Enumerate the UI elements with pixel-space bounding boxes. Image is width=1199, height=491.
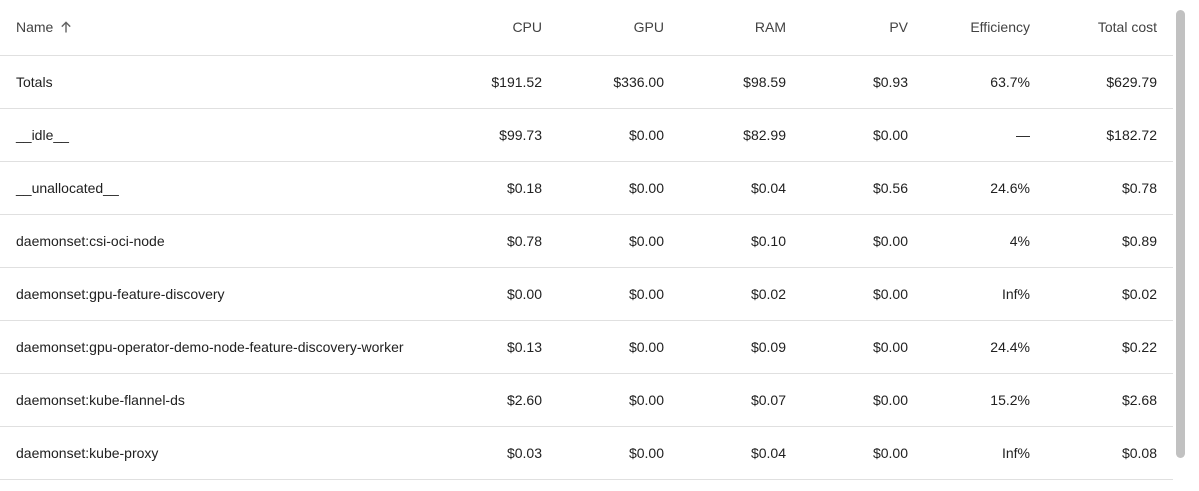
- cell-total-cost: $629.79: [1046, 55, 1173, 109]
- cell-efficiency: 63.7%: [924, 55, 1046, 109]
- cell-cpu: $0.03: [436, 426, 558, 480]
- cell-pv: $0.00: [802, 108, 924, 162]
- cell-gpu: $0.00: [558, 161, 680, 215]
- cell-ram: $98.59: [680, 55, 802, 109]
- cell-cpu: $2.60: [436, 373, 558, 427]
- cell-total-cost: $0.08: [1046, 426, 1173, 480]
- cell-total-cost: $2.68: [1046, 373, 1173, 427]
- cell-name[interactable]: __idle__: [0, 108, 436, 162]
- table-row[interactable]: __unallocated__ $0.18 $0.00 $0.04 $0.56 …: [0, 161, 1173, 215]
- cell-cpu: $0.00: [436, 267, 558, 321]
- cell-ram: $0.04: [680, 161, 802, 215]
- cell-cpu: $0.78: [436, 214, 558, 268]
- cell-total-cost: $0.02: [1046, 267, 1173, 321]
- cell-efficiency: 4%: [924, 214, 1046, 268]
- cell-pv: $0.00: [802, 267, 924, 321]
- cell-name[interactable]: daemonset:gpu-operator-demo-node-feature…: [0, 320, 436, 374]
- cell-gpu: $336.00: [558, 55, 680, 109]
- cell-total-cost: $0.22: [1046, 320, 1173, 374]
- cell-pv: $0.00: [802, 214, 924, 268]
- cost-allocation-table-container: Name CPU GPU RAM PV Efficiency Total cos…: [0, 0, 1173, 491]
- cell-ram: $0.02: [680, 267, 802, 321]
- cell-efficiency: Inf%: [924, 267, 1046, 321]
- cell-total-cost: $0.78: [1046, 161, 1173, 215]
- cell-cpu: $99.73: [436, 108, 558, 162]
- cell-gpu: $0.00: [558, 320, 680, 374]
- cell-pv: $0.00: [802, 373, 924, 427]
- column-header-efficiency[interactable]: Efficiency: [924, 0, 1046, 56]
- column-header-gpu[interactable]: GPU: [558, 0, 680, 56]
- cell-name[interactable]: daemonset:gpu-feature-discovery: [0, 267, 436, 321]
- cell-name[interactable]: daemonset:csi-oci-node: [0, 214, 436, 268]
- cell-ram: $0.04: [680, 426, 802, 480]
- table-row[interactable]: daemonset:kube-flannel-ds $2.60 $0.00 $0…: [0, 373, 1173, 427]
- cell-total-cost: $0.89: [1046, 214, 1173, 268]
- arrow-up-icon: [61, 21, 72, 33]
- cell-pv: $0.00: [802, 320, 924, 374]
- cell-pv: $0.00: [802, 426, 924, 480]
- table-row[interactable]: __idle__ $99.73 $0.00 $82.99 $0.00 — $18…: [0, 108, 1173, 162]
- cell-gpu: $0.00: [558, 426, 680, 480]
- table-row-totals: Totals $191.52 $336.00 $98.59 $0.93 63.7…: [0, 55, 1173, 109]
- table-row[interactable]: daemonset:gpu-feature-discovery $0.00 $0…: [0, 267, 1173, 321]
- table-header-row: Name CPU GPU RAM PV Efficiency Total cos…: [0, 0, 1173, 56]
- cell-gpu: $0.00: [558, 214, 680, 268]
- cell-name[interactable]: daemonset:kube-proxy: [0, 426, 436, 480]
- column-header-name[interactable]: Name: [0, 0, 436, 56]
- cell-pv: $0.56: [802, 161, 924, 215]
- cell-ram: $82.99: [680, 108, 802, 162]
- column-header-cpu[interactable]: CPU: [436, 0, 558, 56]
- cell-ram: $0.07: [680, 373, 802, 427]
- table-row[interactable]: daemonset:gpu-operator-demo-node-feature…: [0, 320, 1173, 374]
- cell-name: Totals: [0, 55, 436, 109]
- cell-name[interactable]: __unallocated__: [0, 161, 436, 215]
- scrollbar-thumb[interactable]: [1176, 10, 1185, 458]
- column-header-pv[interactable]: PV: [802, 0, 924, 56]
- table-row[interactable]: daemonset:kube-proxy $0.03 $0.00 $0.04 $…: [0, 426, 1173, 480]
- cell-efficiency: 15.2%: [924, 373, 1046, 427]
- cost-allocation-table: Name CPU GPU RAM PV Efficiency Total cos…: [0, 0, 1173, 480]
- cell-gpu: $0.00: [558, 267, 680, 321]
- cell-gpu: $0.00: [558, 108, 680, 162]
- column-header-name-label: Name: [16, 19, 54, 36]
- cell-gpu: $0.00: [558, 373, 680, 427]
- cell-cpu: $0.18: [436, 161, 558, 215]
- column-header-total-cost[interactable]: Total cost: [1046, 0, 1173, 56]
- cell-efficiency: 24.4%: [924, 320, 1046, 374]
- cell-ram: $0.10: [680, 214, 802, 268]
- cell-cpu: $0.13: [436, 320, 558, 374]
- cell-efficiency: 24.6%: [924, 161, 1046, 215]
- cell-name[interactable]: daemonset:kube-flannel-ds: [0, 373, 436, 427]
- cell-efficiency: Inf%: [924, 426, 1046, 480]
- column-header-ram[interactable]: RAM: [680, 0, 802, 56]
- cell-efficiency: —: [924, 108, 1046, 162]
- cell-total-cost: $182.72: [1046, 108, 1173, 162]
- table-row[interactable]: daemonset:csi-oci-node $0.78 $0.00 $0.10…: [0, 214, 1173, 268]
- cell-cpu: $191.52: [436, 55, 558, 109]
- cell-pv: $0.93: [802, 55, 924, 109]
- cell-ram: $0.09: [680, 320, 802, 374]
